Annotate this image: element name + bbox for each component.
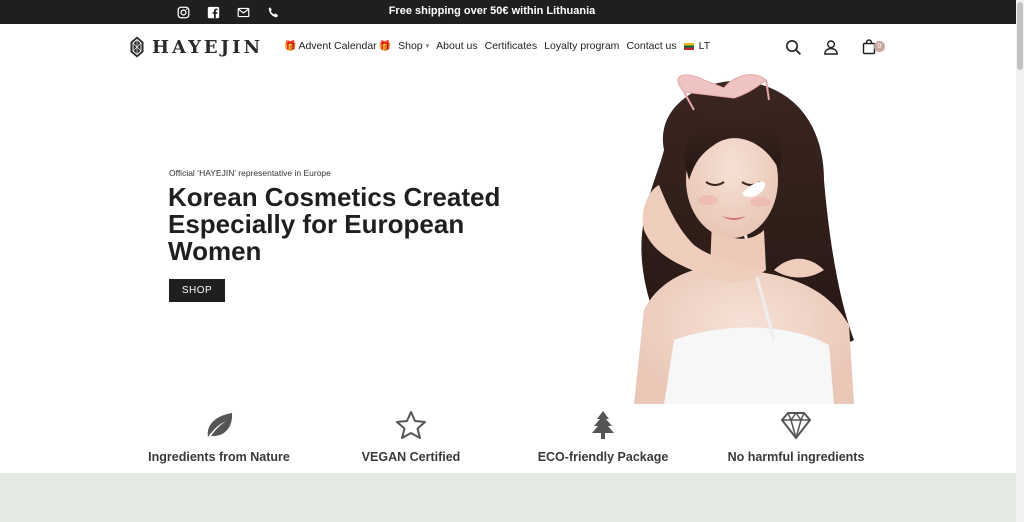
diamond-icon (781, 412, 811, 439)
feature-item: Ingredients from Nature (129, 410, 309, 464)
nav-about-label: About us (436, 40, 478, 52)
language-label: LT (698, 40, 711, 52)
feature-label: VEGAN Certified (361, 450, 461, 464)
hero-section: Official ‘HAYEJIN’ representative in Eur… (0, 70, 1016, 406)
logo-text: HAYEJIN (152, 36, 264, 58)
nav-advent-label: Advent Calendar (298, 40, 377, 52)
feature-label: ECO-friendly Package (537, 450, 669, 464)
nav-shop[interactable]: Shop ▾ (398, 40, 429, 52)
star-icon (396, 411, 426, 439)
site-header: HAYEJIN 🎁 Advent Calendar 🎁 Shop ▾ About… (0, 24, 1016, 70)
nav-contact-us[interactable]: Contact us (626, 40, 676, 52)
nav-advent-calendar[interactable]: 🎁 Advent Calendar 🎁 (284, 40, 391, 52)
shipping-notice: Free shipping over 50€ within Lithuania (388, 5, 596, 17)
lithuania-flag-icon (683, 42, 694, 50)
account-icon[interactable] (822, 38, 840, 56)
gift-icon: 🎁 (284, 40, 297, 52)
announcement-bar: Free shipping over 50€ within Lithuania (0, 0, 1016, 24)
tree-icon (592, 411, 614, 439)
leaf-icon (207, 413, 233, 437)
language-switcher[interactable]: LT (683, 40, 711, 52)
cart-count-badge: 0 (874, 41, 885, 52)
nav-certificates-label: Certificates (484, 40, 538, 52)
gift-icon: 🎁 (378, 40, 392, 52)
cart-button[interactable]: 0 (860, 38, 885, 56)
page-scrollbar[interactable] (1016, 0, 1024, 522)
feature-label: Ingredients from Nature (148, 450, 290, 464)
feature-item: No harmful ingredients (706, 410, 886, 464)
nav-about-us[interactable]: About us (436, 40, 477, 52)
hero-title: Korean Cosmetics Created Especially for … (168, 182, 501, 266)
hero-subtitle: Official ‘HAYEJIN’ representative in Eur… (169, 168, 331, 178)
feature-label: No harmful ingredients (727, 450, 865, 464)
shop-button[interactable]: SHOP (169, 279, 225, 302)
chevron-down-icon: ▾ (425, 43, 430, 50)
nav-loyalty-label: Loyalty program (544, 40, 620, 52)
nav-certificates[interactable]: Certificates (485, 40, 538, 52)
search-icon[interactable] (784, 38, 802, 56)
scrollbar-thumb[interactable] (1017, 2, 1023, 70)
hero-model-image (634, 74, 854, 404)
feature-item: VEGAN Certified (321, 410, 501, 464)
nav-shop-label: Shop (398, 40, 423, 52)
main-nav: 🎁 Advent Calendar 🎁 Shop ▾ About us Cert… (284, 40, 710, 52)
nav-loyalty-program[interactable]: Loyalty program (544, 40, 619, 52)
next-section-band (0, 473, 1016, 522)
features-row: Ingredients from Nature VEGAN Certified … (0, 406, 1016, 473)
logo[interactable]: HAYEJIN (130, 36, 263, 58)
nav-contact-label: Contact us (626, 40, 677, 52)
header-actions: 0 (784, 38, 885, 56)
feature-item: ECO-friendly Package (513, 410, 693, 464)
logo-mark-icon (130, 36, 144, 58)
